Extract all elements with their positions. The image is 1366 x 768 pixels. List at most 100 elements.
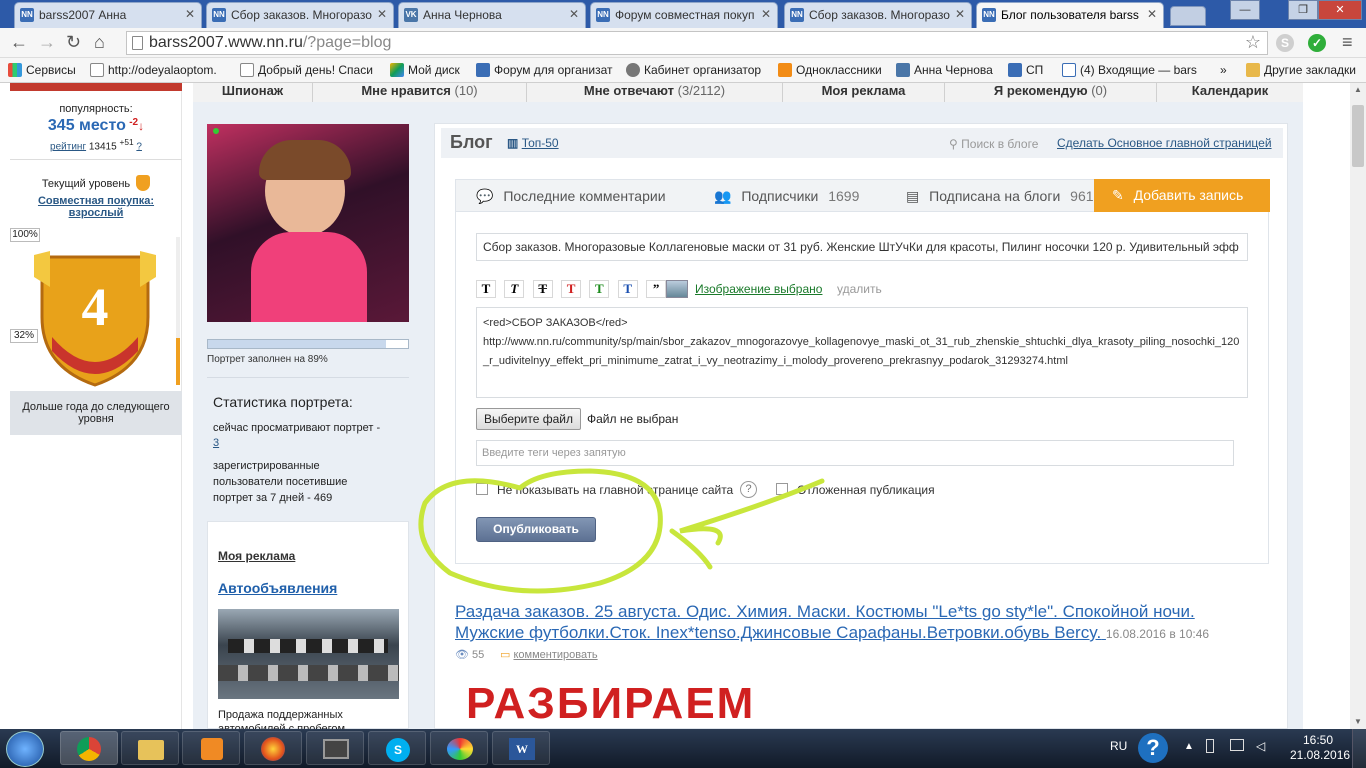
scroll-down-icon[interactable]: ▼	[1354, 717, 1362, 726]
nn-favicon-icon: NN	[790, 8, 804, 22]
battery-icon[interactable]	[1206, 739, 1214, 753]
other-bookmarks[interactable]: Другие закладки	[1246, 63, 1356, 77]
tab-label: Сбор заказов. Многоразо	[809, 8, 950, 22]
bookmark-item[interactable]: СП	[1008, 63, 1043, 77]
close-tab-icon[interactable]: ✕	[955, 7, 965, 21]
topnav-recommend[interactable]: Я рекомендую (0)	[945, 83, 1157, 102]
bookmark-item[interactable]: Одноклассники	[778, 63, 882, 77]
blog-search-input[interactable]: ⚲ Поиск в блоге	[949, 137, 1038, 151]
delete-image-link[interactable]: удалить	[837, 282, 882, 296]
skype-extension-icon[interactable]: S	[1276, 34, 1294, 52]
bold-button[interactable]: T	[476, 280, 496, 298]
taskbar-skype[interactable]: S	[368, 731, 426, 765]
tab-last-comments[interactable]: 💬 Последние комментарии	[476, 188, 666, 205]
green-text-button[interactable]: T	[589, 280, 610, 298]
ads-text: Продажа поддержанных автомобилей с пробе…	[218, 709, 346, 729]
quote-button[interactable]: ”	[646, 280, 667, 298]
volume-icon[interactable]: ◁	[1256, 739, 1265, 753]
image-icon[interactable]	[666, 280, 688, 298]
image-selected-link[interactable]: Изображение выбрано	[695, 282, 822, 296]
add-post-button[interactable]: ✎ Добавить запись	[1094, 179, 1270, 212]
bookmark-apps[interactable]: Сервисы	[8, 63, 76, 77]
clock[interactable]: 16:50 21.08.2016	[1290, 733, 1350, 763]
new-tab-button[interactable]	[1170, 6, 1206, 26]
back-icon[interactable]: ←	[10, 32, 28, 53]
forward-icon[interactable]: →	[38, 32, 56, 53]
menu-icon[interactable]: ≡	[1342, 32, 1353, 53]
tray-arrow-icon[interactable]: ▲	[1184, 741, 1194, 752]
close-tab-icon[interactable]: ✕	[761, 7, 771, 21]
parked-cars-image[interactable]	[218, 609, 399, 699]
taskbar-video[interactable]	[306, 731, 364, 765]
choose-file-button[interactable]: Выберите файл	[476, 408, 581, 430]
close-tab-icon[interactable]: ✕	[377, 7, 387, 21]
help-link[interactable]: ?	[136, 141, 142, 152]
close-tab-icon[interactable]: ✕	[569, 7, 579, 21]
browser-tab[interactable]: NN Сбор заказов. Многоразо ✕	[206, 2, 394, 28]
profile-photo[interactable]	[207, 124, 409, 322]
network-icon[interactable]	[1230, 739, 1244, 751]
taskbar-media[interactable]	[182, 731, 240, 765]
bookmark-item[interactable]: Кабинет организатор	[626, 63, 761, 77]
bookmark-item[interactable]: Мой диск	[390, 63, 460, 77]
topnav-calendar[interactable]: Календарик	[1157, 83, 1303, 102]
vertical-scrollbar[interactable]: ▲ ▼	[1350, 83, 1366, 729]
browser-tab[interactable]: VK Анна Чернова ✕	[398, 2, 586, 28]
close-tab-icon[interactable]: ✕	[185, 7, 195, 21]
topnav-replies[interactable]: Мне отвечают (3/2112)	[527, 83, 783, 102]
close-window-icon[interactable]: ✕	[1318, 0, 1362, 20]
url-bar[interactable]: barss2007.www.nn.ru/?page=blog ☆	[126, 31, 1268, 55]
post-body-textarea[interactable]: <red>СБОР ЗАКАЗОВ</red> http://www.nn.ru…	[476, 307, 1248, 398]
tab-label: barss2007 Анна	[39, 8, 127, 22]
strike-button[interactable]: T	[532, 280, 553, 298]
blue-text-button[interactable]: T	[617, 280, 638, 298]
rating-link[interactable]: рейтинг	[50, 141, 86, 152]
taskbar-explorer[interactable]	[121, 731, 179, 765]
show-desktop-button[interactable]	[1352, 729, 1366, 768]
tab-subscribed-blogs[interactable]: ▤ Подписана на блоги 961	[906, 188, 1094, 205]
taskbar-word[interactable]: W	[492, 731, 550, 765]
make-main-link[interactable]: Сделать Основное главной страницей	[1057, 136, 1272, 150]
taskbar-paint[interactable]	[430, 731, 488, 765]
browser-tab[interactable]: NN Форум совместная покуп ✕	[590, 2, 778, 28]
help-icon[interactable]: ?	[1138, 733, 1168, 763]
topnav-my-ads[interactable]: Моя реклама	[783, 83, 945, 102]
stats-now-link[interactable]: 3	[213, 437, 219, 449]
bookmark-item[interactable]: (4) Входящие — bars	[1062, 63, 1212, 77]
bookmarks-more[interactable]: »	[1220, 63, 1227, 77]
browser-tab-active[interactable]: NN Блог пользователя barss ✕	[976, 2, 1164, 28]
check-extension-icon[interactable]: ✓	[1308, 34, 1326, 52]
minimize-icon[interactable]: —	[1230, 0, 1260, 20]
bookmark-item[interactable]: Анна Чернова	[896, 63, 993, 77]
bookmark-item[interactable]: Форум для организат	[476, 63, 613, 77]
post-title-link[interactable]: Раздача заказов. 25 августа. Одис. Химия…	[455, 601, 1255, 645]
level-link[interactable]: Совместная покупка: взрослый	[38, 195, 154, 219]
start-button-icon[interactable]	[6, 731, 44, 767]
ads-title[interactable]: Моя реклама	[218, 549, 295, 563]
scroll-thumb[interactable]	[1352, 105, 1364, 167]
taskbar-firefox[interactable]	[244, 731, 302, 765]
ads-link[interactable]: Автообъявления	[218, 580, 337, 596]
online-indicator-icon	[213, 128, 219, 134]
tab-subscribers[interactable]: 👥 Подписчики 1699	[714, 188, 859, 205]
scroll-up-icon[interactable]: ▲	[1354, 85, 1362, 94]
topnav-likes[interactable]: Мне нравится (10)	[313, 83, 527, 102]
top50-link[interactable]: ▥ Топ-50	[507, 136, 559, 150]
bookmark-item[interactable]: http://odeyalaoptom.	[90, 63, 217, 77]
close-tab-icon[interactable]: ✕	[1147, 7, 1157, 21]
language-indicator[interactable]: RU	[1110, 739, 1127, 753]
bookmark-star-icon[interactable]: ☆	[1245, 32, 1261, 53]
post-title-input[interactable]: Сбор заказов. Многоразовые Коллагеновые …	[476, 233, 1248, 261]
browser-tab[interactable]: NN barss2007 Анна ✕	[14, 2, 202, 28]
reload-icon[interactable]: ↻	[66, 32, 81, 53]
maximize-icon[interactable]: ❐	[1288, 0, 1318, 20]
post-comment[interactable]: ▭ комментировать	[500, 648, 598, 661]
red-text-button[interactable]: T	[561, 280, 582, 298]
topnav-spy[interactable]: Шпионаж	[193, 83, 313, 102]
left-sidebar: популярность: 345 место -2↓ рейтинг 1341…	[10, 83, 182, 729]
browser-tab[interactable]: NN Сбор заказов. Многоразо ✕	[784, 2, 972, 28]
home-icon[interactable]: ⌂	[94, 32, 105, 53]
bookmark-item[interactable]: Добрый день! Спаси	[240, 63, 373, 77]
taskbar-chrome[interactable]	[60, 731, 118, 765]
italic-button[interactable]: T	[504, 280, 525, 298]
